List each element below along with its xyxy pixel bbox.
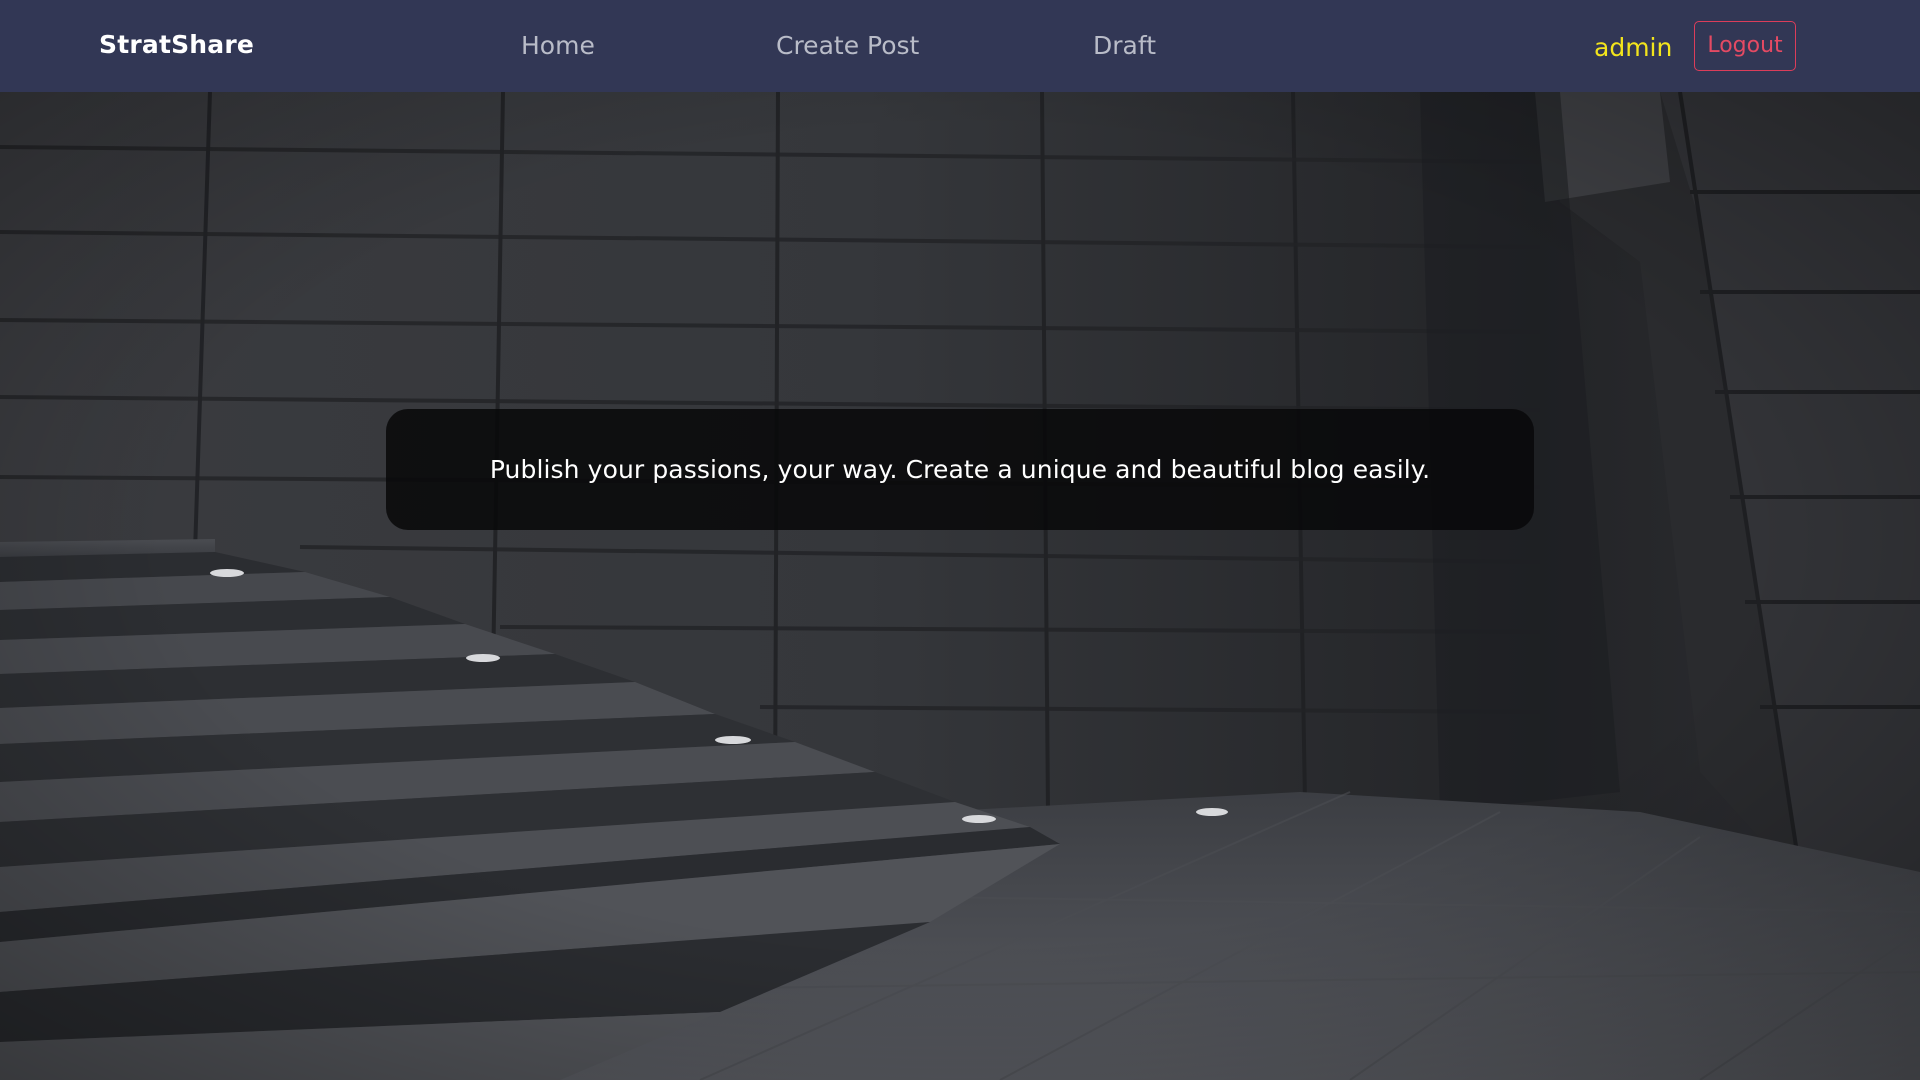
- logout-button[interactable]: Logout: [1694, 21, 1796, 71]
- brand-logo-link[interactable]: StratShare: [99, 30, 254, 59]
- nav-link-draft[interactable]: Draft: [1093, 31, 1156, 60]
- hero-background-image: [0, 92, 1920, 1080]
- hero-banner: Publish your passions, your way. Create …: [386, 409, 1534, 530]
- hero-tagline: Publish your passions, your way. Create …: [489, 455, 1431, 484]
- nav-link-create-post[interactable]: Create Post: [776, 31, 919, 60]
- nav-link-home[interactable]: Home: [521, 31, 595, 60]
- navbar: StratShare Home Create Post Draft admin …: [0, 0, 1920, 92]
- current-username: admin: [1594, 33, 1673, 62]
